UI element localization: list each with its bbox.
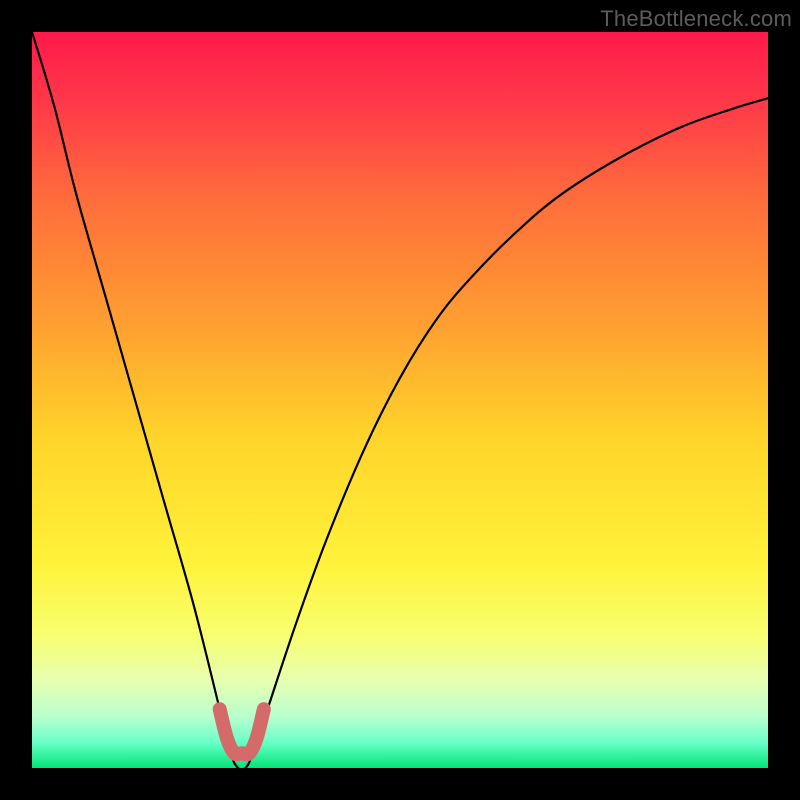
plot-area	[32, 32, 768, 768]
chart-svg	[32, 32, 768, 768]
gradient-background	[32, 32, 768, 768]
chart-frame: TheBottleneck.com	[0, 0, 800, 800]
watermark-text: TheBottleneck.com	[600, 6, 792, 32]
